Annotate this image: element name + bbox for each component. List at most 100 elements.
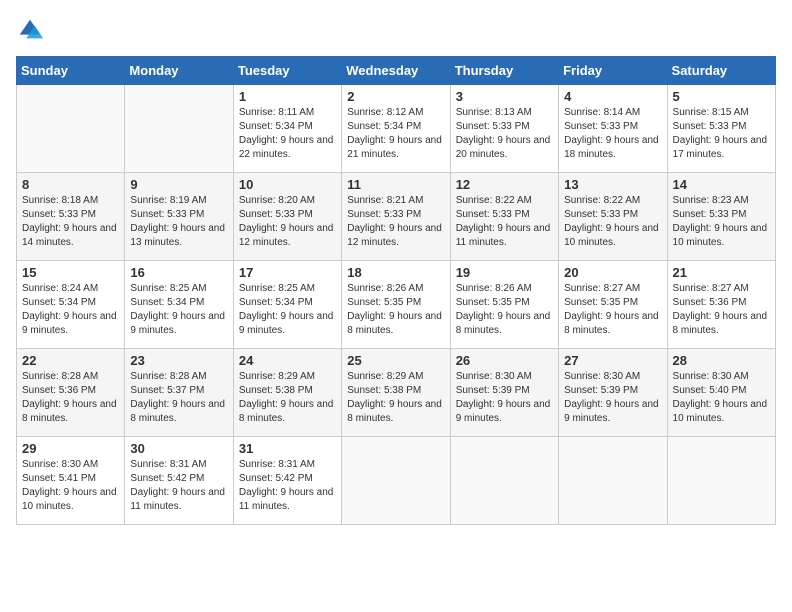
day-info: Sunrise: 8:30 AMSunset: 5:41 PMDaylight:… [22,458,119,514]
day-number: 19 [456,265,553,280]
day-number: 24 [239,353,336,368]
day-number: 13 [564,177,661,192]
day-number: 10 [239,177,336,192]
day-info: Sunrise: 8:28 AMSunset: 5:36 PMDaylight:… [22,370,119,426]
calendar-cell-day-20: 20 Sunrise: 8:27 AMSunset: 5:35 PMDayligh… [559,261,667,349]
calendar-cell-day-25: 25 Sunrise: 8:29 AMSunset: 5:38 PMDayligh… [342,349,450,437]
day-number: 16 [130,265,227,280]
day-info: Sunrise: 8:15 AMSunset: 5:33 PMDaylight:… [673,106,770,162]
day-info: Sunrise: 8:29 AMSunset: 5:38 PMDaylight:… [347,370,444,426]
column-header-wednesday: Wednesday [342,57,450,85]
calendar-cell-day-27: 27 Sunrise: 8:30 AMSunset: 5:39 PMDayligh… [559,349,667,437]
calendar-cell-day-30: 30Sunrise: 8:31 AMSunset: 5:42 PMDayligh… [125,437,233,525]
calendar-cell-day-2: 2 Sunrise: 8:12 AMSunset: 5:34 PMDaylight… [342,85,450,173]
calendar-cell-empty [125,85,233,173]
calendar-cell-day-26: 26 Sunrise: 8:30 AMSunset: 5:39 PMDayligh… [450,349,558,437]
day-info: Sunrise: 8:30 AMSunset: 5:39 PMDaylight:… [456,370,553,426]
day-info: Sunrise: 8:27 AMSunset: 5:36 PMDaylight:… [673,282,770,338]
calendar-cell-empty [559,437,667,525]
day-info: Sunrise: 8:23 AMSunset: 5:33 PMDaylight:… [673,194,770,250]
calendar-cell-day-18: 18 Sunrise: 8:26 AMSunset: 5:35 PMDayligh… [342,261,450,349]
day-number: 3 [456,89,553,104]
day-info: Sunrise: 8:25 AMSunset: 5:34 PMDaylight:… [130,282,227,338]
calendar-cell-day-16: 16 Sunrise: 8:25 AMSunset: 5:34 PMDayligh… [125,261,233,349]
calendar-cell-empty [450,437,558,525]
day-number: 5 [673,89,770,104]
day-info: Sunrise: 8:29 AMSunset: 5:38 PMDaylight:… [239,370,336,426]
day-number: 8 [22,177,119,192]
calendar-week-row: 22 Sunrise: 8:28 AMSunset: 5:36 PMDayligh… [17,349,776,437]
calendar-cell-empty [342,437,450,525]
calendar-cell-day-14: 14 Sunrise: 8:23 AMSunset: 5:33 PMDayligh… [667,173,775,261]
calendar-cell-day-5: 5 Sunrise: 8:15 AMSunset: 5:33 PMDaylight… [667,85,775,173]
day-info: Sunrise: 8:30 AMSunset: 5:40 PMDaylight:… [673,370,770,426]
calendar-cell-empty [667,437,775,525]
day-number: 2 [347,89,444,104]
column-header-sunday: Sunday [17,57,125,85]
calendar-cell-day-10: 10 Sunrise: 8:20 AMSunset: 5:33 PMDayligh… [233,173,341,261]
column-header-monday: Monday [125,57,233,85]
day-number: 18 [347,265,444,280]
day-info: Sunrise: 8:19 AMSunset: 5:33 PMDaylight:… [130,194,227,250]
day-info: Sunrise: 8:24 AMSunset: 5:34 PMDaylight:… [22,282,119,338]
day-number: 31 [239,441,336,456]
calendar-cell-day-28: 28 Sunrise: 8:30 AMSunset: 5:40 PMDayligh… [667,349,775,437]
day-number: 15 [22,265,119,280]
day-info: Sunrise: 8:22 AMSunset: 5:33 PMDaylight:… [456,194,553,250]
day-info: Sunrise: 8:14 AMSunset: 5:33 PMDaylight:… [564,106,661,162]
day-number: 12 [456,177,553,192]
day-number: 27 [564,353,661,368]
day-number: 25 [347,353,444,368]
day-info: Sunrise: 8:31 AMSunset: 5:42 PMDaylight:… [239,458,336,514]
day-info: Sunrise: 8:11 AMSunset: 5:34 PMDaylight:… [239,106,336,162]
day-number: 23 [130,353,227,368]
day-info: Sunrise: 8:21 AMSunset: 5:33 PMDaylight:… [347,194,444,250]
day-number: 9 [130,177,227,192]
day-number: 22 [22,353,119,368]
day-info: Sunrise: 8:20 AMSunset: 5:33 PMDaylight:… [239,194,336,250]
column-header-friday: Friday [559,57,667,85]
day-number: 20 [564,265,661,280]
calendar-week-row: 1 Sunrise: 8:11 AMSunset: 5:34 PMDaylight… [17,85,776,173]
day-number: 14 [673,177,770,192]
day-info: Sunrise: 8:18 AMSunset: 5:33 PMDaylight:… [22,194,119,250]
calendar-cell-day-13: 13Sunrise: 8:22 AMSunset: 5:33 PMDayligh… [559,173,667,261]
day-info: Sunrise: 8:28 AMSunset: 5:37 PMDaylight:… [130,370,227,426]
calendar-cell-day-22: 22 Sunrise: 8:28 AMSunset: 5:36 PMDayligh… [17,349,125,437]
day-number: 28 [673,353,770,368]
calendar-cell-day-24: 24 Sunrise: 8:29 AMSunset: 5:38 PMDayligh… [233,349,341,437]
day-info: Sunrise: 8:26 AMSunset: 5:35 PMDaylight:… [347,282,444,338]
day-number: 17 [239,265,336,280]
day-info: Sunrise: 8:12 AMSunset: 5:34 PMDaylight:… [347,106,444,162]
calendar-header-row: SundayMondayTuesdayWednesdayThursdayFrid… [17,57,776,85]
logo-icon [16,16,44,44]
calendar-week-row: 15 Sunrise: 8:24 AMSunset: 5:34 PMDayligh… [17,261,776,349]
day-info: Sunrise: 8:27 AMSunset: 5:35 PMDaylight:… [564,282,661,338]
calendar-cell-day-12: 12 Sunrise: 8:22 AMSunset: 5:33 PMDayligh… [450,173,558,261]
calendar-cell-day-9: 9 Sunrise: 8:19 AMSunset: 5:33 PMDaylight… [125,173,233,261]
calendar-cell-day-23: 23 Sunrise: 8:28 AMSunset: 5:37 PMDayligh… [125,349,233,437]
day-number: 1 [239,89,336,104]
column-header-saturday: Saturday [667,57,775,85]
day-info: Sunrise: 8:31 AMSunset: 5:42 PMDaylight:… [130,458,227,514]
day-info: Sunrise: 8:13 AMSunset: 5:33 PMDaylight:… [456,106,553,162]
calendar-cell-day-11: 11 Sunrise: 8:21 AMSunset: 5:33 PMDayligh… [342,173,450,261]
calendar-cell-day-19: 19 Sunrise: 8:26 AMSunset: 5:35 PMDayligh… [450,261,558,349]
logo [16,16,48,44]
calendar-week-row: 29 Sunrise: 8:30 AMSunset: 5:41 PMDayligh… [17,437,776,525]
day-info: Sunrise: 8:26 AMSunset: 5:35 PMDaylight:… [456,282,553,338]
day-number: 21 [673,265,770,280]
calendar-table: SundayMondayTuesdayWednesdayThursdayFrid… [16,56,776,525]
calendar-cell-day-3: 3 Sunrise: 8:13 AMSunset: 5:33 PMDaylight… [450,85,558,173]
calendar-cell-empty [17,85,125,173]
calendar-cell-day-17: 17 Sunrise: 8:25 AMSunset: 5:34 PMDayligh… [233,261,341,349]
day-info: Sunrise: 8:30 AMSunset: 5:39 PMDaylight:… [564,370,661,426]
day-info: Sunrise: 8:25 AMSunset: 5:34 PMDaylight:… [239,282,336,338]
day-number: 26 [456,353,553,368]
day-number: 4 [564,89,661,104]
calendar-cell-day-21: 21 Sunrise: 8:27 AMSunset: 5:36 PMDayligh… [667,261,775,349]
day-number: 29 [22,441,119,456]
calendar-cell-day-8: 8 Sunrise: 8:18 AMSunset: 5:33 PMDaylight… [17,173,125,261]
day-number: 11 [347,177,444,192]
calendar-cell-day-15: 15 Sunrise: 8:24 AMSunset: 5:34 PMDayligh… [17,261,125,349]
